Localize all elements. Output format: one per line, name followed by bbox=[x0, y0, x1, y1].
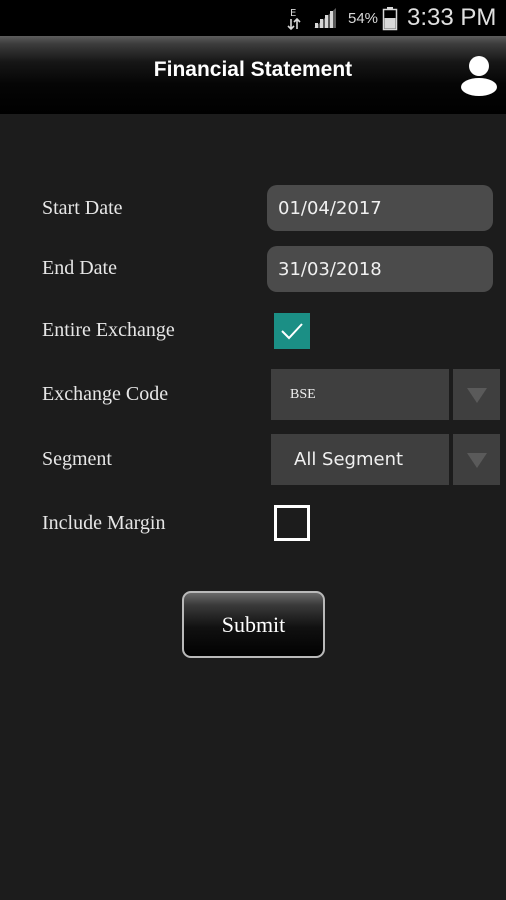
checkmark-icon bbox=[281, 323, 303, 340]
entire-exchange-label: Entire Exchange bbox=[42, 319, 175, 341]
page-title: Financial Statement bbox=[153, 58, 353, 81]
end-date-label: End Date bbox=[42, 257, 117, 279]
include-margin-label: Include Margin bbox=[42, 512, 166, 534]
data-transfer-icon: E bbox=[286, 0, 302, 36]
battery-percent: 54% bbox=[348, 9, 379, 27]
exchange-code-label: Exchange Code bbox=[42, 383, 169, 405]
exchange-code-dropdown[interactable]: BSE bbox=[271, 369, 500, 420]
clock-time: 3:33 PM bbox=[407, 4, 497, 31]
segment-value: All Segment bbox=[271, 434, 449, 485]
entire-exchange-checkbox[interactable] bbox=[274, 313, 310, 349]
signal-icon bbox=[312, 0, 338, 36]
start-date-label: Start Date bbox=[42, 197, 123, 219]
battery-icon bbox=[382, 0, 398, 36]
app-bar: Financial Statement bbox=[0, 36, 506, 114]
exchange-code-value: BSE bbox=[271, 369, 449, 420]
status-bar: E 54% 3:33 PM bbox=[0, 0, 506, 36]
svg-text:E: E bbox=[290, 8, 296, 19]
include-margin-checkbox[interactable] bbox=[274, 505, 310, 541]
end-date-field[interactable]: 31/03/2018 bbox=[267, 246, 493, 292]
submit-button[interactable]: Submit bbox=[182, 591, 325, 658]
start-date-field[interactable]: 01/04/2017 bbox=[267, 185, 493, 231]
user-profile-icon[interactable] bbox=[458, 54, 500, 96]
segment-dropdown[interactable]: All Segment bbox=[271, 434, 500, 485]
chevron-down-icon[interactable] bbox=[453, 434, 500, 485]
chevron-down-icon[interactable] bbox=[453, 369, 500, 420]
segment-label: Segment bbox=[42, 448, 112, 470]
